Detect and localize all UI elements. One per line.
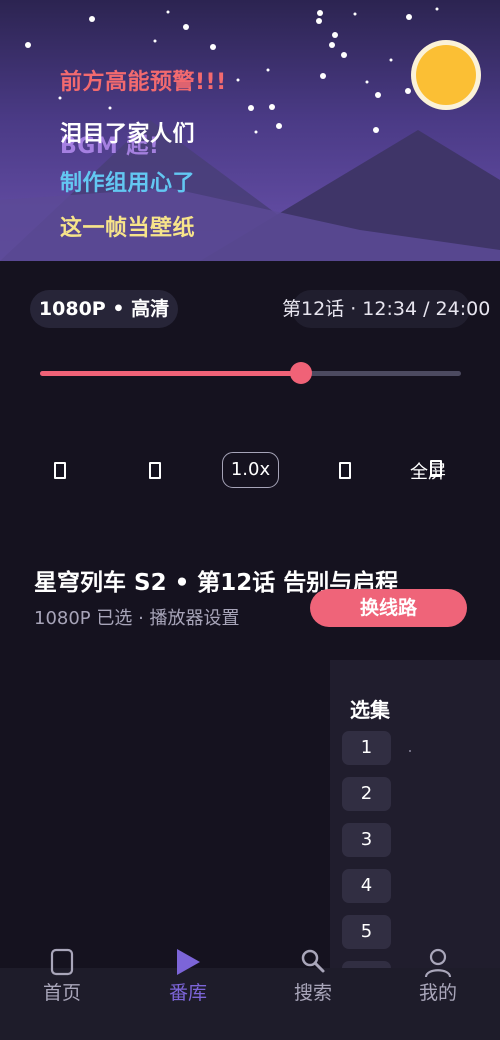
- previous-icon: [54, 461, 66, 479]
- search-icon: [301, 949, 325, 973]
- episode-chip[interactable]: 5: [342, 915, 391, 949]
- sun: [416, 45, 476, 105]
- progress-bar[interactable]: [40, 362, 461, 384]
- danmaku-comment: 这一帧当壁纸: [60, 216, 196, 241]
- previous-episode-button[interactable]: [48, 452, 72, 488]
- scroll-indicator: [409, 750, 411, 752]
- nav-item-library[interactable]: 番库: [138, 946, 238, 1016]
- episode-panel-title: 选集: [350, 698, 390, 722]
- next-episode-button[interactable]: [333, 452, 357, 488]
- playback-speed-button[interactable]: 1.0x: [222, 452, 279, 488]
- danmaku-comment: 前方高能预警!!!: [60, 70, 227, 95]
- nav-item-home[interactable]: 首页: [12, 946, 112, 1016]
- nav-item-search[interactable]: 搜索: [263, 946, 363, 1016]
- danmaku-comment: 泪目了家人们: [60, 122, 196, 147]
- nav-label: 搜索: [293, 982, 332, 1004]
- switch-line-button[interactable]: 换线路: [310, 589, 467, 627]
- progress-fill: [40, 371, 302, 376]
- nav-label: 首页: [42, 982, 81, 1004]
- user-icon: [424, 948, 452, 978]
- bottom-nav: 首页 番库 搜索 我的: [0, 948, 500, 1040]
- play-pause-icon: [149, 461, 161, 479]
- episode-chip[interactable]: 3: [342, 823, 391, 857]
- next-icon: [339, 461, 351, 479]
- danmaku-comment: 制作组用心了: [60, 171, 196, 196]
- episode-chip[interactable]: 1: [342, 731, 391, 765]
- nav-label: 番库: [168, 982, 207, 1004]
- fullscreen-icon: [430, 460, 442, 477]
- episode-time-text: 第12话 · 12:34 / 24:00: [282, 298, 491, 320]
- progress-thumb[interactable]: [290, 362, 313, 384]
- nav-item-profile[interactable]: 我的: [388, 946, 488, 1016]
- play-icon: [177, 949, 200, 975]
- video-player[interactable]: 前方高能预警!!! BGM 起! 泪目了家人们 制作组用心了 这一帧当壁纸: [0, 0, 500, 261]
- episode-subtitle: 1080P 已选 · 播放器设置: [34, 608, 240, 629]
- episode-time-display: 第12话 · 12:34 / 24:00: [282, 290, 490, 328]
- episode-chip[interactable]: 4: [342, 869, 391, 903]
- fullscreen-button[interactable]: 全屏: [410, 458, 446, 484]
- quality-badge[interactable]: 1080P • 高清: [30, 290, 178, 328]
- phone-icon: [50, 948, 74, 976]
- episode-chip[interactable]: 2: [342, 777, 391, 811]
- episode-panel: 选集 1 2 3 4 5: [330, 660, 500, 980]
- app-root: 前方高能预警!!! BGM 起! 泪目了家人们 制作组用心了 这一帧当壁纸 10…: [0, 0, 500, 1040]
- play-pause-button[interactable]: [143, 452, 167, 488]
- nav-label: 我的: [418, 982, 457, 1004]
